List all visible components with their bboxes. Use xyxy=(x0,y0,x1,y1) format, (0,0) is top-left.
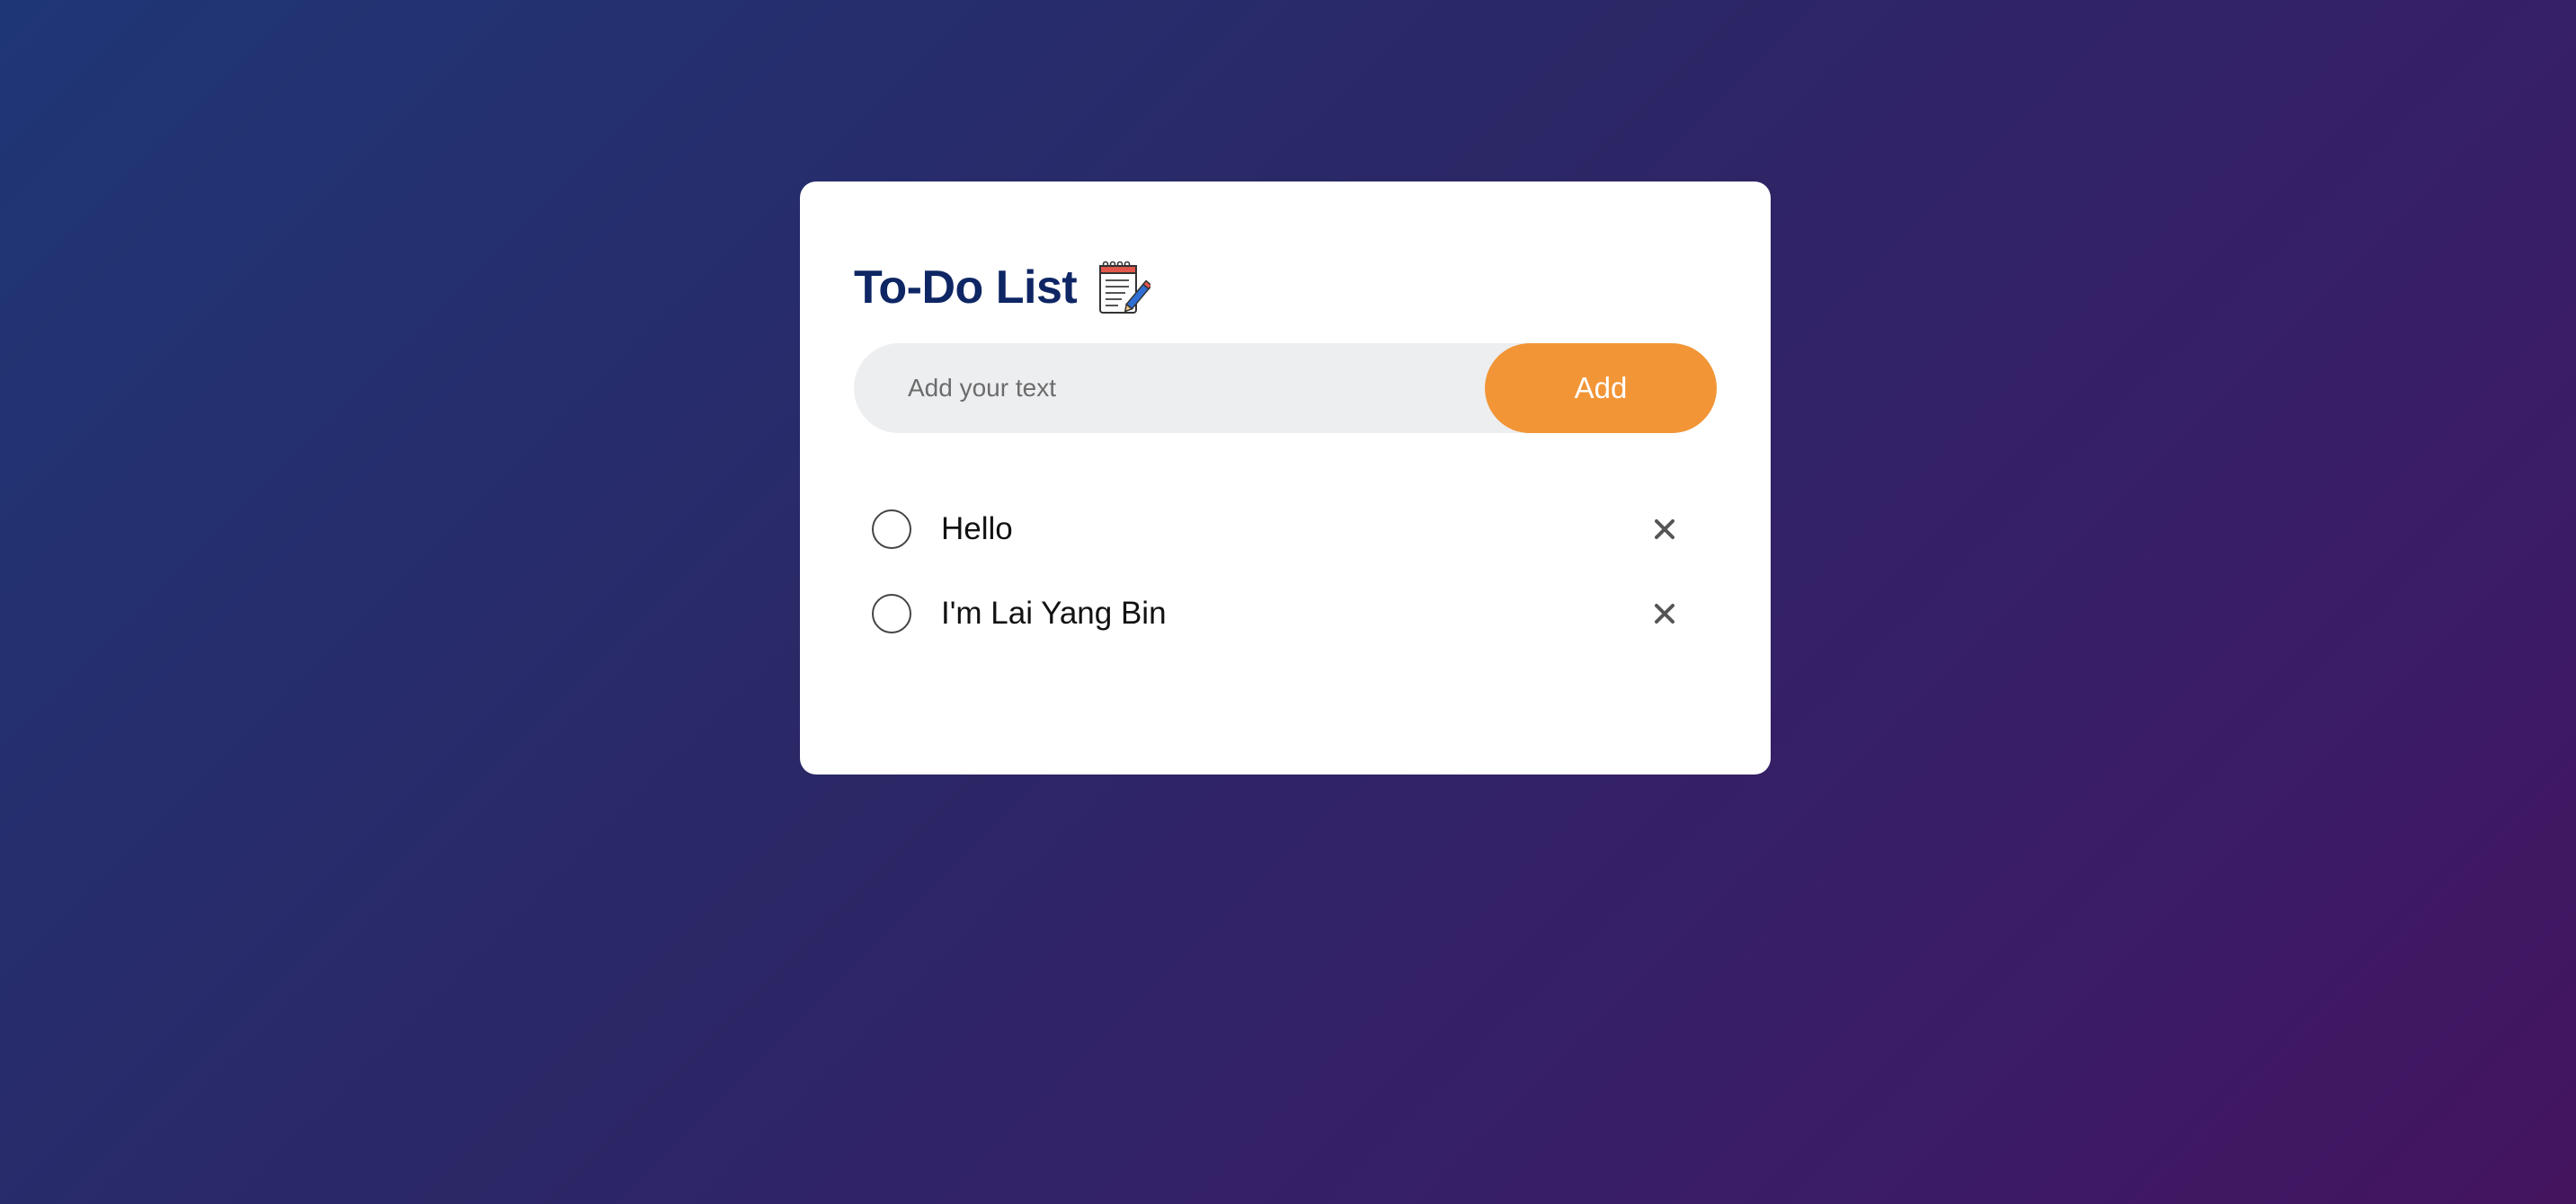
notepad-icon xyxy=(1097,259,1151,316)
todo-card: To-Do List Add your text Add Hello I'm L… xyxy=(800,181,1771,775)
empty-circle-icon[interactable] xyxy=(872,509,911,549)
title-row: To-Do List xyxy=(854,252,1151,323)
todo-list: Hello I'm Lai Yang Bin xyxy=(872,487,1699,656)
todo-item-text: Hello xyxy=(941,511,1013,546)
add-button[interactable]: Add xyxy=(1485,343,1717,433)
close-icon[interactable] xyxy=(1647,511,1683,547)
add-task-row: Add xyxy=(854,343,1717,433)
todo-item-text: I'm Lai Yang Bin xyxy=(941,596,1167,631)
todo-item[interactable]: I'm Lai Yang Bin xyxy=(872,571,1699,656)
app-title: To-Do List xyxy=(854,261,1078,314)
empty-circle-icon[interactable] xyxy=(872,594,911,633)
todo-item[interactable]: Hello xyxy=(872,487,1699,571)
close-icon[interactable] xyxy=(1647,596,1683,632)
task-input[interactable] xyxy=(854,343,1483,433)
